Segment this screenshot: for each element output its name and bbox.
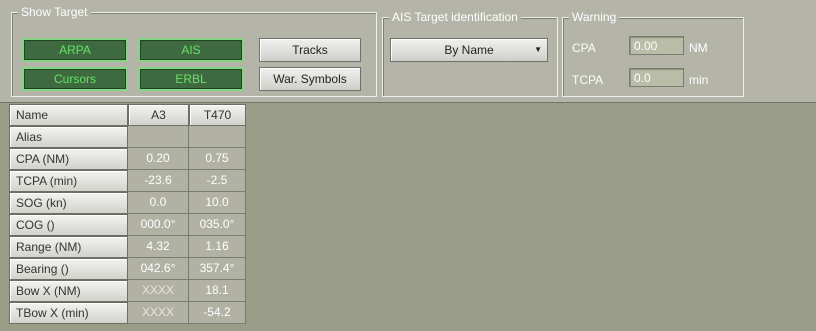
row-label-sog[interactable]: SOG (kn) bbox=[9, 192, 128, 214]
table-cell: 357.4° bbox=[189, 258, 246, 280]
table-row: COG () 000.0° 035.0° bbox=[9, 214, 246, 236]
arpa-toggle-button[interactable]: ARPA bbox=[22, 38, 128, 62]
table-cell: 042.6° bbox=[128, 258, 189, 280]
control-panel: Show Target ARPA AIS Cursors ERBL Tracks… bbox=[0, 0, 816, 103]
row-label-bearing[interactable]: Bearing () bbox=[9, 258, 128, 280]
table-cell: 035.0° bbox=[189, 214, 246, 236]
cpa-unit: NM bbox=[689, 41, 708, 55]
row-label-tbow-x[interactable]: TBow X (min) bbox=[9, 302, 128, 324]
row-label-bow-x[interactable]: Bow X (NM) bbox=[9, 280, 128, 302]
row-label-cog[interactable]: COG () bbox=[9, 214, 128, 236]
ais-identification-value: By Name bbox=[444, 43, 494, 57]
cpa-label: CPA bbox=[572, 41, 596, 55]
table-cell: 1.16 bbox=[189, 236, 246, 258]
show-target-group: Show Target ARPA AIS Cursors ERBL Tracks… bbox=[11, 5, 377, 97]
target-table: Name A3 T470 Alias CPA (NM) 0.20 0.75 TC… bbox=[9, 104, 246, 324]
column-header-name[interactable]: Name bbox=[9, 104, 128, 126]
table-row: SOG (kn) 0.0 10.0 bbox=[9, 192, 246, 214]
table-row: Range (NM) 4.32 1.16 bbox=[9, 236, 246, 258]
table-cell: 10.0 bbox=[189, 192, 246, 214]
ais-identification-group: AIS Target identification By Name ▼ bbox=[382, 10, 558, 97]
cursors-toggle-button[interactable]: Cursors bbox=[22, 67, 128, 91]
ais-identification-dropdown[interactable]: By Name ▼ bbox=[390, 38, 548, 62]
erbl-toggle-button[interactable]: ERBL bbox=[138, 67, 244, 91]
row-label-tcpa[interactable]: TCPA (min) bbox=[9, 170, 128, 192]
column-header-target-2[interactable]: T470 bbox=[189, 104, 246, 126]
chevron-down-icon: ▼ bbox=[534, 45, 542, 54]
row-label-range[interactable]: Range (NM) bbox=[9, 236, 128, 258]
table-cell: 4.32 bbox=[128, 236, 189, 258]
table-cell: -54.2 bbox=[189, 302, 246, 324]
table-row: Bearing () 042.6° 357.4° bbox=[9, 258, 246, 280]
warning-legend: Warning bbox=[569, 10, 620, 24]
table-cell: 000.0° bbox=[128, 214, 189, 236]
table-header-row: Name A3 T470 bbox=[9, 104, 246, 126]
table-row: Alias bbox=[9, 126, 246, 148]
tcpa-unit: min bbox=[689, 73, 709, 87]
table-row: TBow X (min) XXXX -54.2 bbox=[9, 302, 246, 324]
table-row: Bow X (NM) XXXX 18.1 bbox=[9, 280, 246, 302]
row-label-alias[interactable]: Alias bbox=[9, 126, 128, 148]
table-row: CPA (NM) 0.20 0.75 bbox=[9, 148, 246, 170]
ais-toggle-button[interactable]: AIS bbox=[138, 38, 244, 62]
war-symbols-button[interactable]: War. Symbols bbox=[259, 67, 361, 91]
table-cell: 0.0 bbox=[128, 192, 189, 214]
cpa-warning-input[interactable]: 0.00 bbox=[629, 36, 684, 55]
column-header-target-1[interactable]: A3 bbox=[128, 104, 189, 126]
warning-group: Warning CPA 0.00 NM TCPA 0.0 min bbox=[562, 10, 744, 97]
table-cell bbox=[128, 126, 189, 148]
table-cell: XXXX bbox=[128, 280, 189, 302]
table-cell: 0.20 bbox=[128, 148, 189, 170]
table-cell: XXXX bbox=[128, 302, 189, 324]
table-cell: -2.5 bbox=[189, 170, 246, 192]
table-cell: 18.1 bbox=[189, 280, 246, 302]
row-label-cpa[interactable]: CPA (NM) bbox=[9, 148, 128, 170]
table-cell: 0.75 bbox=[189, 148, 246, 170]
show-target-legend: Show Target bbox=[18, 5, 91, 19]
tcpa-label: TCPA bbox=[572, 73, 604, 87]
table-cell: -23.6 bbox=[128, 170, 189, 192]
table-cell bbox=[189, 126, 246, 148]
table-row: TCPA (min) -23.6 -2.5 bbox=[9, 170, 246, 192]
tracks-button[interactable]: Tracks bbox=[259, 38, 361, 62]
tcpa-warning-input[interactable]: 0.0 bbox=[629, 68, 684, 87]
ais-identification-legend: AIS Target identification bbox=[389, 10, 521, 24]
